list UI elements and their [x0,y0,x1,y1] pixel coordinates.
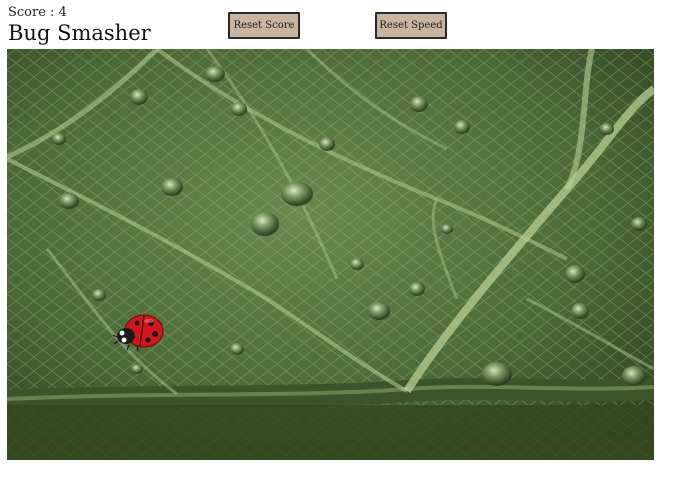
score-label: Score : [8,5,59,20]
game-board[interactable] [7,49,654,460]
ladybug-icon[interactable] [111,309,167,353]
score-display: Score : 4 [8,5,67,20]
reset-score-button[interactable]: Reset Score [228,12,300,39]
score-value: 4 [58,5,67,20]
leaf-background [7,49,654,460]
game-title: Bug Smasher [8,21,151,45]
reset-speed-button[interactable]: Reset Speed [375,12,447,39]
